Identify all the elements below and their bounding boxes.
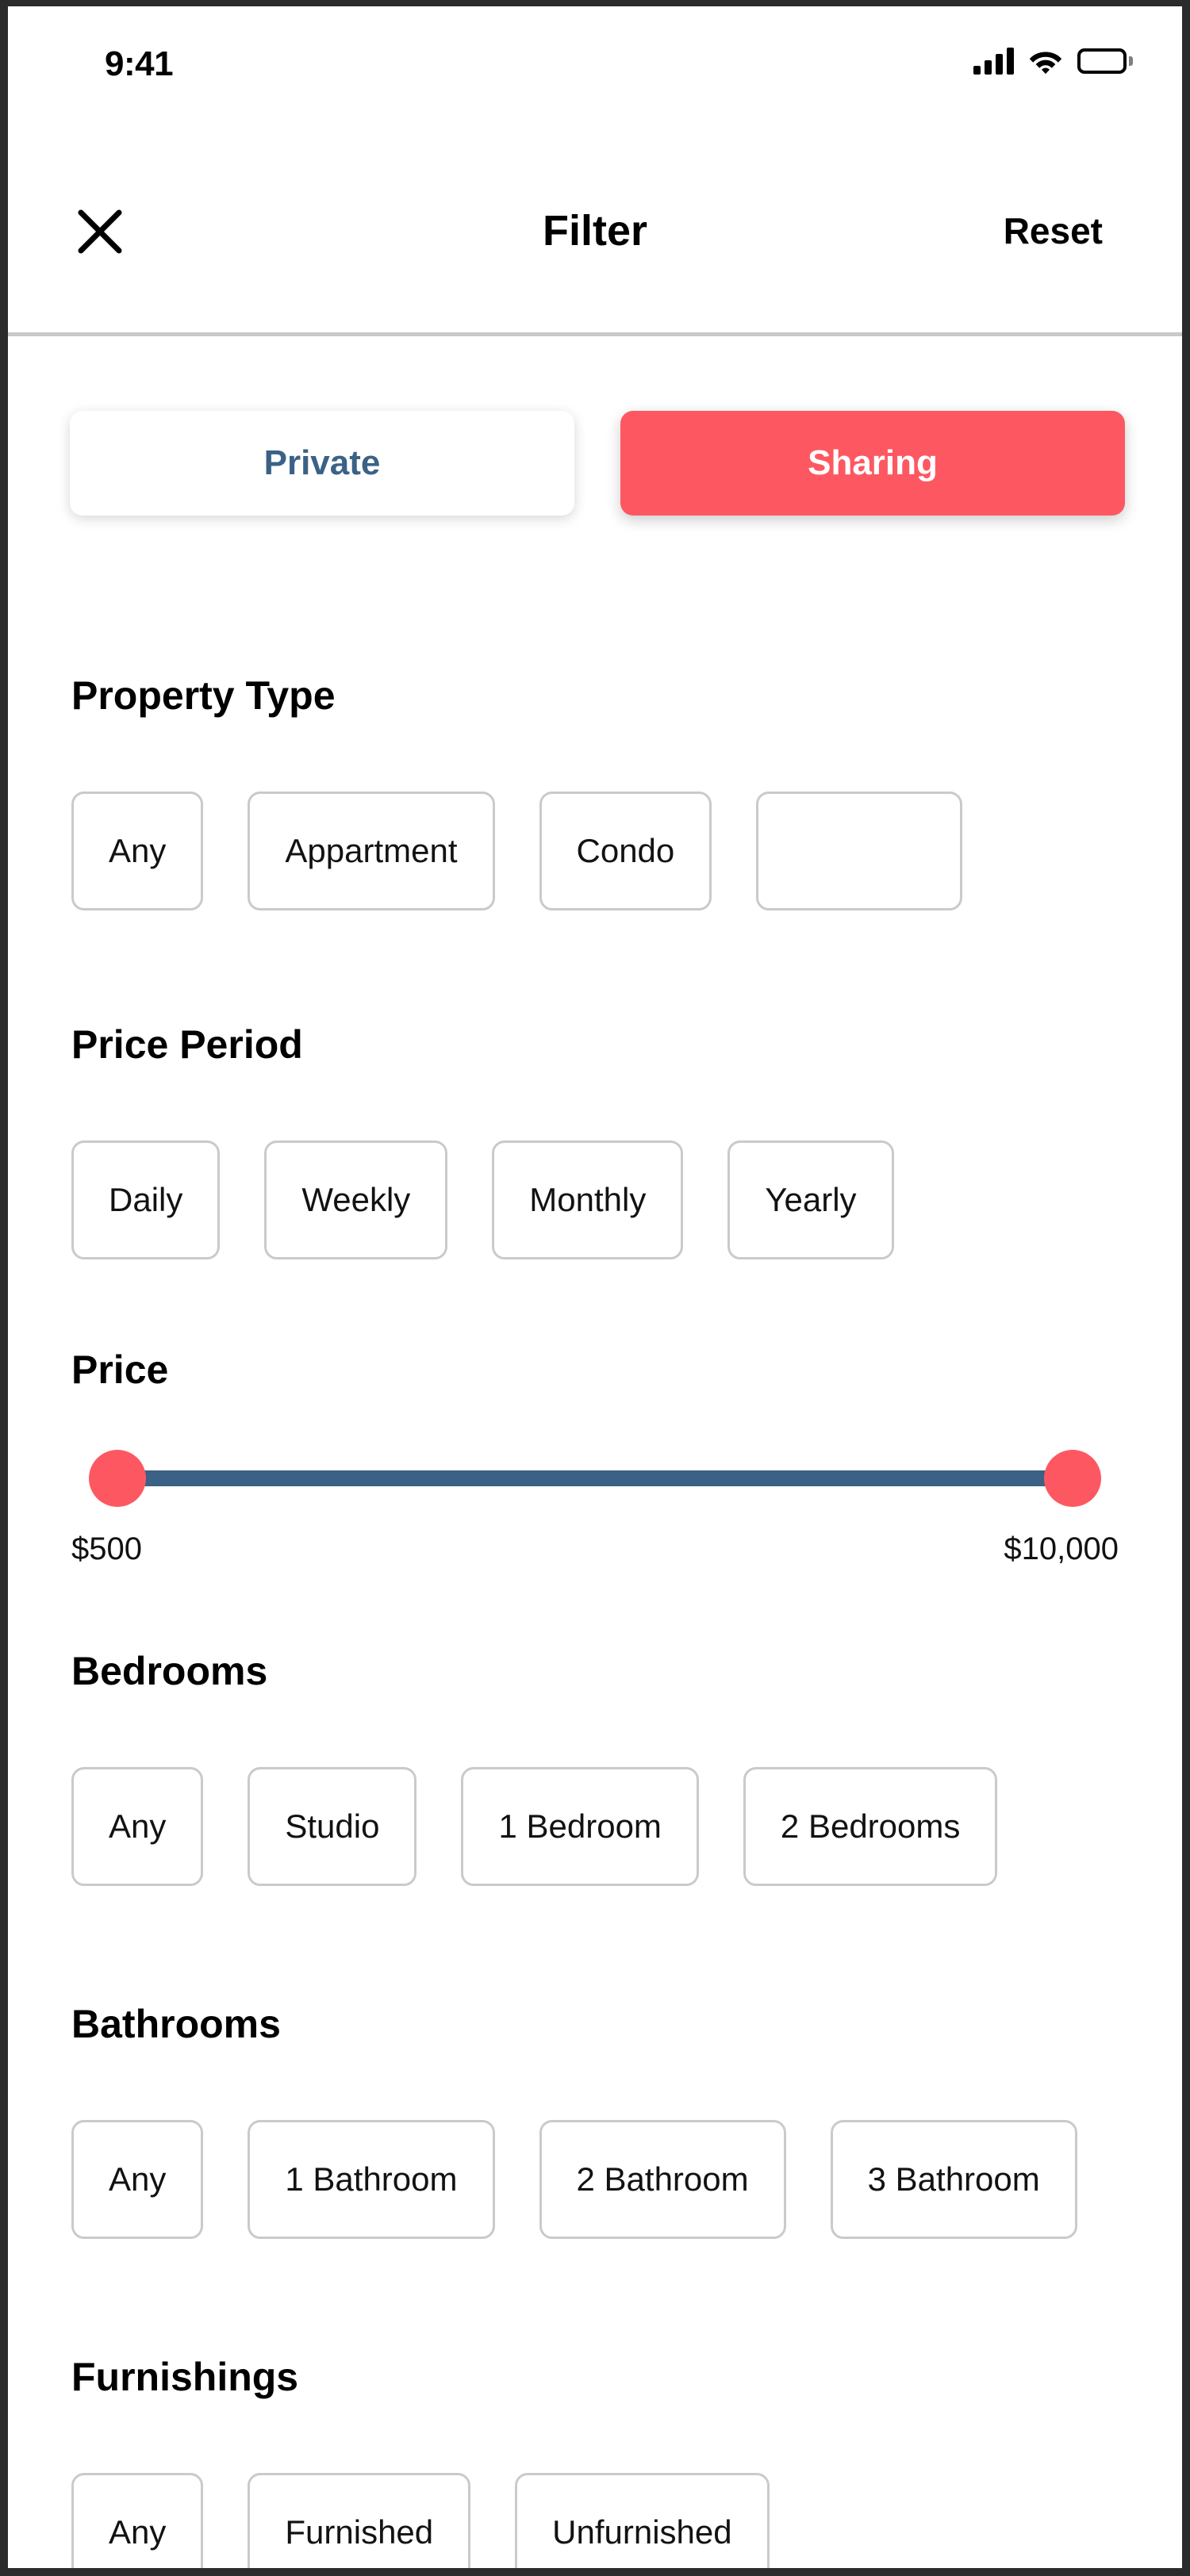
reset-button[interactable]: Reset	[1004, 209, 1103, 252]
chip-property-type-any[interactable]: Any	[71, 792, 204, 910]
chip-price-period-daily[interactable]: Daily	[71, 1140, 221, 1259]
wifi-icon	[1028, 48, 1063, 75]
chip-row-bedrooms: Any Studio 1 Bedroom 2 Bedrooms	[71, 1767, 998, 1886]
section-title-property-type: Property Type	[71, 673, 336, 718]
listing-mode-toggle: Private Sharing	[70, 411, 1125, 530]
price-slider-labels: $500 $10,000	[71, 1531, 1119, 1567]
chip-bathrooms-3[interactable]: 3 Bathroom	[830, 2120, 1077, 2239]
chip-furnishings-furnished[interactable]: Furnished	[248, 2473, 471, 2568]
section-title-price: Price	[71, 1347, 169, 1392]
chip-row-furnishings: Any Furnished Unfurnished	[71, 2473, 770, 2568]
chip-row-price-period: Daily Weekly Monthly Yearly	[71, 1140, 894, 1259]
chip-row-bathrooms: Any 1 Bathroom 2 Bathroom 3 Bathroom	[71, 2120, 1077, 2239]
chip-bathrooms-any[interactable]: Any	[71, 2120, 204, 2239]
listing-mode-sharing-button[interactable]: Sharing	[620, 411, 1125, 516]
price-slider-max-thumb[interactable]	[1044, 1450, 1101, 1507]
price-slider-track	[117, 1470, 1069, 1486]
filter-header: Filter Reset	[8, 111, 1182, 336]
status-bar-icons	[973, 48, 1133, 75]
chip-price-period-weekly[interactable]: Weekly	[264, 1140, 448, 1259]
chip-price-period-monthly[interactable]: Monthly	[492, 1140, 684, 1259]
price-range-slider[interactable]	[71, 1448, 1119, 1508]
cellular-signal-icon	[973, 48, 1014, 75]
chip-bedrooms-2[interactable]: 2 Bedrooms	[743, 1767, 998, 1886]
chip-furnishings-any[interactable]: Any	[71, 2473, 204, 2568]
section-furnishings: Furnishings Any Furnished Unfurnished	[8, 2330, 1182, 2568]
chip-property-type-condo[interactable]: Condo	[539, 792, 712, 910]
listing-mode-private-button[interactable]: Private	[70, 411, 574, 516]
chip-price-period-yearly[interactable]: Yearly	[727, 1140, 894, 1259]
status-bar: 9:41	[8, 6, 1182, 111]
chip-furnishings-unfurnished[interactable]: Unfurnished	[515, 2473, 770, 2568]
app-screen: 9:41 Filter Reset Private Sharing Proper…	[8, 6, 1182, 2568]
section-bathrooms: Bathrooms Any 1 Bathroom 2 Bathroom 3 Ba…	[8, 1977, 1182, 2326]
price-min-label: $500	[71, 1531, 142, 1566]
chip-bedrooms-studio[interactable]: Studio	[248, 1767, 417, 1886]
chip-bedrooms-any[interactable]: Any	[71, 1767, 204, 1886]
section-title-price-period: Price Period	[71, 1022, 303, 1067]
chip-bedrooms-1[interactable]: 1 Bedroom	[461, 1767, 699, 1886]
chip-bathrooms-1[interactable]: 1 Bathroom	[248, 2120, 495, 2239]
section-title-bathrooms: Bathrooms	[71, 2002, 281, 2046]
price-slider-min-thumb[interactable]	[89, 1450, 146, 1507]
battery-full-icon	[1077, 48, 1133, 74]
section-title-bedrooms: Bedrooms	[71, 1649, 268, 1693]
status-bar-time: 9:41	[105, 44, 174, 83]
price-max-label: $10,000	[1004, 1531, 1119, 1566]
section-property-type: Property Type Any Appartment Condo	[8, 649, 1182, 998]
section-price-period: Price Period Daily Weekly Monthly Yearly	[8, 998, 1182, 1347]
chip-row-property-type: Any Appartment Condo	[71, 792, 963, 910]
section-price: Price $500 $10,000	[8, 1323, 1182, 1616]
section-bedrooms: Bedrooms Any Studio 1 Bedroom 2 Bedrooms	[8, 1624, 1182, 1973]
chip-property-type-overflow[interactable]	[756, 792, 963, 910]
device-frame: 9:41 Filter Reset Private Sharing Proper…	[0, 0, 1190, 2576]
section-title-furnishings: Furnishings	[71, 2355, 299, 2399]
chip-bathrooms-2[interactable]: 2 Bathroom	[539, 2120, 786, 2239]
chip-property-type-appartment[interactable]: Appartment	[248, 792, 495, 910]
